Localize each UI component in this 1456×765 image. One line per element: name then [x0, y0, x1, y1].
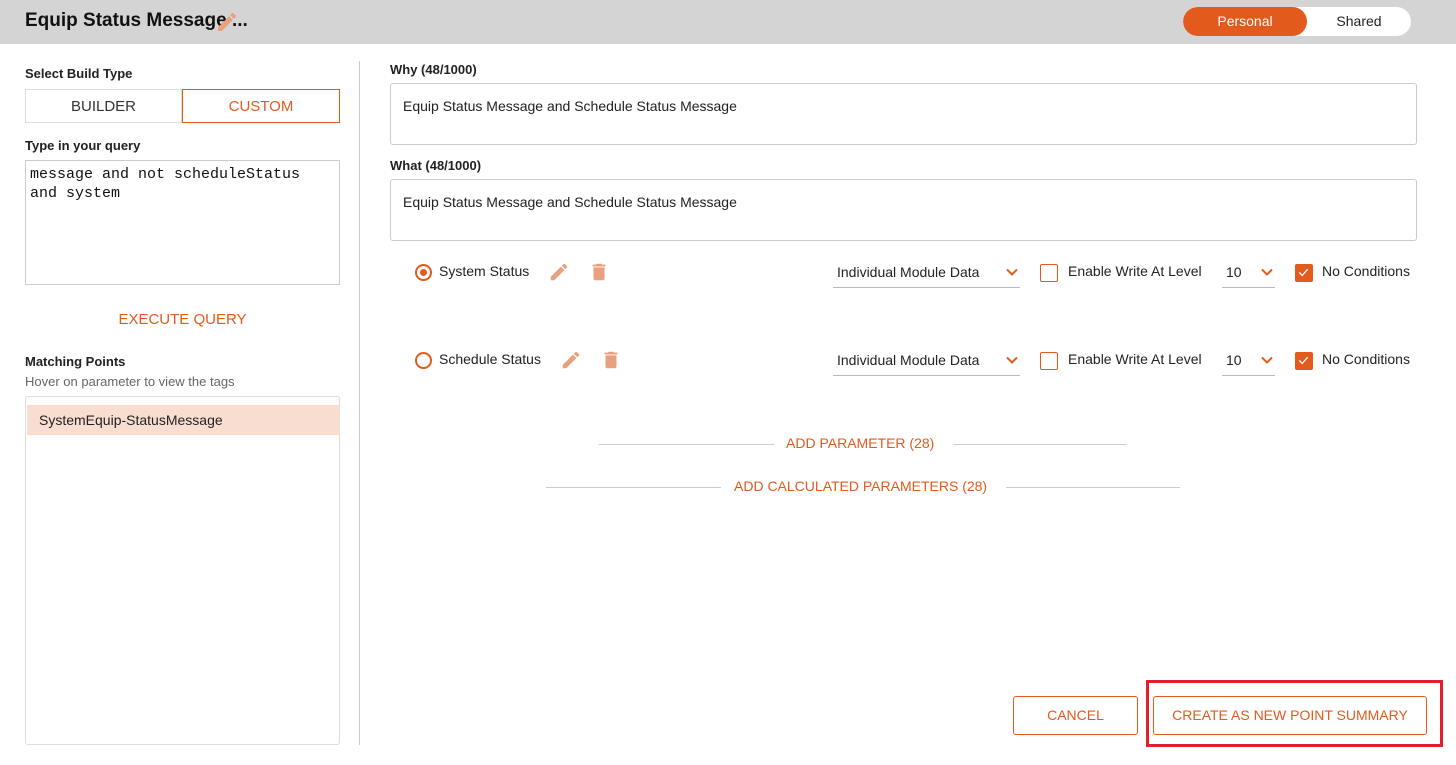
parameter-row: Schedule Status Individual Module Data E…: [415, 346, 1417, 376]
query-input[interactable]: message and not scheduleStatus and syste…: [25, 160, 340, 285]
chevron-down-icon: [1261, 356, 1273, 364]
builder-button[interactable]: BUILDER: [25, 89, 182, 123]
matching-points-list: SystemEquip-StatusMessage: [25, 396, 340, 745]
no-conditions-checkbox[interactable]: [1295, 264, 1313, 282]
query-label: Type in your query: [25, 138, 141, 153]
matching-points-label: Matching Points: [25, 354, 126, 369]
data-type-select[interactable]: Individual Module Data: [833, 346, 1020, 376]
why-input[interactable]: Equip Status Message and Schedule Status…: [390, 83, 1417, 145]
level-value: 10: [1226, 264, 1242, 280]
pencil-icon[interactable]: [215, 10, 239, 34]
level-value: 10: [1226, 352, 1242, 368]
enable-write-label: Enable Write At Level: [1068, 351, 1202, 367]
level-select[interactable]: 10: [1222, 346, 1275, 376]
toggle-shared[interactable]: Shared: [1307, 7, 1411, 36]
highlight-box: [1146, 680, 1443, 747]
pencil-icon[interactable]: [548, 261, 570, 283]
parameter-radio[interactable]: [415, 264, 432, 281]
top-bar: Equip Status Message ... Personal Shared: [0, 0, 1456, 44]
execute-query-button[interactable]: EXECUTE QUERY: [25, 311, 340, 328]
matching-points-hint: Hover on parameter to view the tags: [25, 374, 235, 389]
build-type-label: Select Build Type: [25, 66, 133, 81]
chevron-down-icon: [1006, 268, 1018, 276]
pencil-icon[interactable]: [560, 349, 582, 371]
no-conditions-label: No Conditions: [1322, 351, 1410, 367]
trash-icon[interactable]: [600, 349, 622, 371]
parameter-name: System Status: [439, 263, 530, 279]
add-parameter-button[interactable]: ADD PARAMETER (28): [786, 435, 934, 451]
data-type-value: Individual Module Data: [837, 352, 980, 368]
toggle-personal[interactable]: Personal: [1183, 7, 1307, 36]
data-type-select[interactable]: Individual Module Data: [833, 258, 1020, 288]
checkmark-icon: [1298, 356, 1309, 365]
what-input[interactable]: Equip Status Message and Schedule Status…: [390, 179, 1417, 241]
trash-icon[interactable]: [588, 261, 610, 283]
checkmark-icon: [1298, 268, 1309, 277]
chevron-down-icon: [1006, 356, 1018, 364]
divider-line: [1006, 487, 1180, 488]
parameter-row: System Status Individual Module Data Ena…: [415, 258, 1417, 288]
level-select[interactable]: 10: [1222, 258, 1275, 288]
visibility-toggle: Personal Shared: [1183, 7, 1411, 36]
parameter-name: Schedule Status: [439, 351, 541, 367]
parameter-radio[interactable]: [415, 352, 432, 369]
why-label: Why (48/1000): [390, 62, 477, 77]
what-label: What (48/1000): [390, 158, 482, 173]
custom-button[interactable]: CUSTOM: [182, 89, 340, 123]
data-type-value: Individual Module Data: [837, 264, 980, 280]
divider-line: [953, 444, 1127, 445]
enable-write-checkbox[interactable]: [1040, 264, 1058, 282]
cancel-button[interactable]: CANCEL: [1013, 696, 1138, 735]
divider-line: [599, 444, 774, 445]
add-calculated-parameters-button[interactable]: ADD CALCULATED PARAMETERS (28): [734, 478, 987, 494]
divider-line: [546, 487, 721, 488]
panel-divider: [359, 61, 360, 745]
no-conditions-label: No Conditions: [1322, 263, 1410, 279]
no-conditions-checkbox[interactable]: [1295, 352, 1313, 370]
list-item[interactable]: SystemEquip-StatusMessage: [27, 405, 340, 435]
chevron-down-icon: [1261, 268, 1273, 276]
enable-write-label: Enable Write At Level: [1068, 263, 1202, 279]
enable-write-checkbox[interactable]: [1040, 352, 1058, 370]
